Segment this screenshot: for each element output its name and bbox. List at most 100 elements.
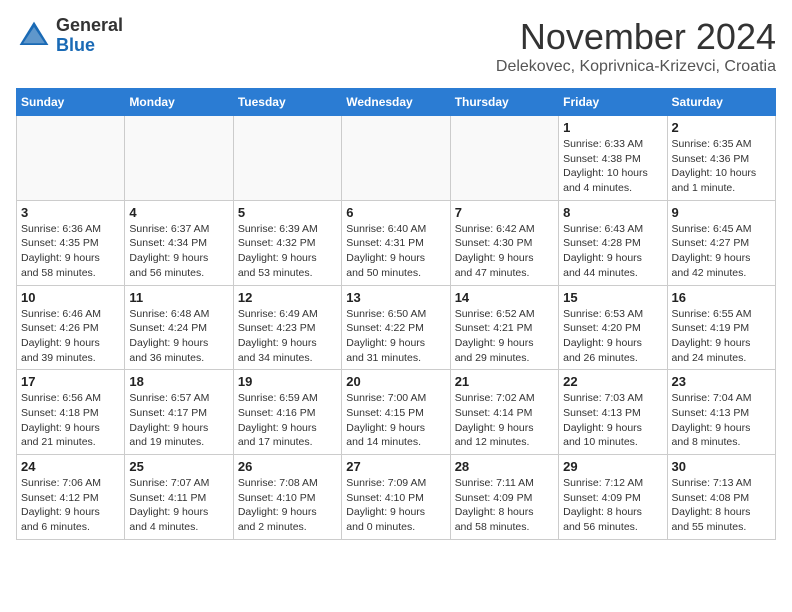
calendar-cell: 23 Sunrise: 7:04 AM Sunset: 4:13 PM Dayli…: [667, 370, 775, 455]
day-info: Sunrise: 6:42 AM Sunset: 4:30 PM Dayligh…: [455, 222, 554, 281]
calendar-cell: 30 Sunrise: 7:13 AM Sunset: 4:08 PM Dayli…: [667, 455, 775, 540]
calendar-cell: 17 Sunrise: 6:56 AM Sunset: 4:18 PM Dayli…: [17, 370, 125, 455]
day-info: Sunrise: 6:56 AM Sunset: 4:18 PM Dayligh…: [21, 391, 120, 450]
day-number: 28: [455, 459, 554, 474]
day-number: 17: [21, 374, 120, 389]
week-row-0: 1 Sunrise: 6:33 AM Sunset: 4:38 PM Daylig…: [17, 116, 776, 201]
week-row-4: 24Sunrise: 7:06 AM Sunset: 4:12 PM Dayli…: [17, 455, 776, 540]
weekday-header-saturday: Saturday: [667, 89, 775, 116]
calendar-cell: 9 Sunrise: 6:45 AM Sunset: 4:27 PM Daylig…: [667, 200, 775, 285]
calendar-table: SundayMondayTuesdayWednesdayThursdayFrid…: [16, 88, 776, 540]
header: General Blue November 2024 Delekovec, Ko…: [16, 16, 776, 76]
day-info: Sunrise: 6:59 AM Sunset: 4:16 PM Dayligh…: [238, 391, 337, 450]
calendar-cell: 13 Sunrise: 6:50 AM Sunset: 4:22 PM Dayli…: [342, 285, 450, 370]
day-info: Sunrise: 7:12 AM Sunset: 4:09 PM Dayligh…: [563, 476, 662, 535]
day-number: 21: [455, 374, 554, 389]
calendar-cell: 16 Sunrise: 6:55 AM Sunset: 4:19 PM Dayli…: [667, 285, 775, 370]
day-number: 25: [129, 459, 228, 474]
day-info: Sunrise: 7:03 AM Sunset: 4:13 PM Dayligh…: [563, 391, 662, 450]
month-title: November 2024: [496, 16, 776, 58]
weekday-header-monday: Monday: [125, 89, 233, 116]
day-number: 29: [563, 459, 662, 474]
day-number: 30: [672, 459, 771, 474]
day-info: Sunrise: 6:50 AM Sunset: 4:22 PM Dayligh…: [346, 307, 445, 366]
calendar-cell: 25Sunrise: 7:07 AM Sunset: 4:11 PM Dayli…: [125, 455, 233, 540]
day-info: Sunrise: 6:52 AM Sunset: 4:21 PM Dayligh…: [455, 307, 554, 366]
week-row-2: 10 Sunrise: 6:46 AM Sunset: 4:26 PM Dayli…: [17, 285, 776, 370]
logo: General Blue: [16, 16, 123, 56]
day-number: 4: [129, 205, 228, 220]
day-number: 16: [672, 290, 771, 305]
day-info: Sunrise: 6:37 AM Sunset: 4:34 PM Dayligh…: [129, 222, 228, 281]
day-info: Sunrise: 6:40 AM Sunset: 4:31 PM Dayligh…: [346, 222, 445, 281]
day-number: 22: [563, 374, 662, 389]
day-number: 3: [21, 205, 120, 220]
calendar-cell: 15 Sunrise: 6:53 AM Sunset: 4:20 PM Dayli…: [559, 285, 667, 370]
day-number: 1: [563, 120, 662, 135]
day-info: Sunrise: 6:39 AM Sunset: 4:32 PM Dayligh…: [238, 222, 337, 281]
day-number: 2: [672, 120, 771, 135]
day-info: Sunrise: 6:49 AM Sunset: 4:23 PM Dayligh…: [238, 307, 337, 366]
calendar-cell: 20 Sunrise: 7:00 AM Sunset: 4:15 PM Dayli…: [342, 370, 450, 455]
day-info: Sunrise: 6:55 AM Sunset: 4:19 PM Dayligh…: [672, 307, 771, 366]
day-number: 9: [672, 205, 771, 220]
calendar-cell: 3 Sunrise: 6:36 AM Sunset: 4:35 PM Daylig…: [17, 200, 125, 285]
day-number: 5: [238, 205, 337, 220]
title-section: November 2024 Delekovec, Koprivnica-Kriz…: [496, 16, 776, 76]
day-number: 24: [21, 459, 120, 474]
day-info: Sunrise: 6:48 AM Sunset: 4:24 PM Dayligh…: [129, 307, 228, 366]
day-number: 26: [238, 459, 337, 474]
day-info: Sunrise: 6:33 AM Sunset: 4:38 PM Dayligh…: [563, 137, 662, 196]
day-info: Sunrise: 7:09 AM Sunset: 4:10 PM Dayligh…: [346, 476, 445, 535]
day-info: Sunrise: 7:02 AM Sunset: 4:14 PM Dayligh…: [455, 391, 554, 450]
calendar-cell: [233, 116, 341, 201]
calendar-cell: 26 Sunrise: 7:08 AM Sunset: 4:10 PM Dayli…: [233, 455, 341, 540]
calendar-cell: [17, 116, 125, 201]
calendar-cell: 22 Sunrise: 7:03 AM Sunset: 4:13 PM Dayli…: [559, 370, 667, 455]
day-info: Sunrise: 7:04 AM Sunset: 4:13 PM Dayligh…: [672, 391, 771, 450]
day-number: 18: [129, 374, 228, 389]
day-info: Sunrise: 6:36 AM Sunset: 4:35 PM Dayligh…: [21, 222, 120, 281]
calendar-cell: 5 Sunrise: 6:39 AM Sunset: 4:32 PM Daylig…: [233, 200, 341, 285]
weekday-header-friday: Friday: [559, 89, 667, 116]
logo-blue-text: Blue: [56, 36, 123, 56]
day-info: Sunrise: 7:13 AM Sunset: 4:08 PM Dayligh…: [672, 476, 771, 535]
day-info: Sunrise: 6:53 AM Sunset: 4:20 PM Dayligh…: [563, 307, 662, 366]
week-row-3: 17 Sunrise: 6:56 AM Sunset: 4:18 PM Dayli…: [17, 370, 776, 455]
weekday-header-wednesday: Wednesday: [342, 89, 450, 116]
calendar-cell: 7 Sunrise: 6:42 AM Sunset: 4:30 PM Daylig…: [450, 200, 558, 285]
day-number: 14: [455, 290, 554, 305]
day-number: 15: [563, 290, 662, 305]
location-subtitle: Delekovec, Koprivnica-Krizevci, Croatia: [496, 58, 776, 76]
day-info: Sunrise: 6:57 AM Sunset: 4:17 PM Dayligh…: [129, 391, 228, 450]
day-info: Sunrise: 6:45 AM Sunset: 4:27 PM Dayligh…: [672, 222, 771, 281]
day-number: 10: [21, 290, 120, 305]
calendar-cell: 8Sunrise: 6:43 AM Sunset: 4:28 PM Daylig…: [559, 200, 667, 285]
day-number: 12: [238, 290, 337, 305]
calendar-cell: 24Sunrise: 7:06 AM Sunset: 4:12 PM Dayli…: [17, 455, 125, 540]
day-info: Sunrise: 6:46 AM Sunset: 4:26 PM Dayligh…: [21, 307, 120, 366]
calendar-cell: [342, 116, 450, 201]
calendar-cell: 1 Sunrise: 6:33 AM Sunset: 4:38 PM Daylig…: [559, 116, 667, 201]
day-number: 8: [563, 205, 662, 220]
calendar-cell: 11Sunrise: 6:48 AM Sunset: 4:24 PM Dayli…: [125, 285, 233, 370]
calendar-cell: 27Sunrise: 7:09 AM Sunset: 4:10 PM Dayli…: [342, 455, 450, 540]
day-number: 20: [346, 374, 445, 389]
day-info: Sunrise: 7:00 AM Sunset: 4:15 PM Dayligh…: [346, 391, 445, 450]
weekday-header-tuesday: Tuesday: [233, 89, 341, 116]
day-number: 13: [346, 290, 445, 305]
calendar-cell: 28 Sunrise: 7:11 AM Sunset: 4:09 PM Dayli…: [450, 455, 558, 540]
day-info: Sunrise: 7:08 AM Sunset: 4:10 PM Dayligh…: [238, 476, 337, 535]
day-number: 7: [455, 205, 554, 220]
calendar-cell: 2 Sunrise: 6:35 AM Sunset: 4:36 PM Daylig…: [667, 116, 775, 201]
logo-general-text: General: [56, 16, 123, 36]
calendar-cell: 12 Sunrise: 6:49 AM Sunset: 4:23 PM Dayli…: [233, 285, 341, 370]
day-info: Sunrise: 6:35 AM Sunset: 4:36 PM Dayligh…: [672, 137, 771, 196]
calendar-cell: 6Sunrise: 6:40 AM Sunset: 4:31 PM Daylig…: [342, 200, 450, 285]
day-info: Sunrise: 7:11 AM Sunset: 4:09 PM Dayligh…: [455, 476, 554, 535]
calendar-cell: 21 Sunrise: 7:02 AM Sunset: 4:14 PM Dayli…: [450, 370, 558, 455]
day-number: 23: [672, 374, 771, 389]
logo-text: General Blue: [56, 16, 123, 56]
logo-icon: [16, 18, 52, 54]
calendar-cell: 10 Sunrise: 6:46 AM Sunset: 4:26 PM Dayli…: [17, 285, 125, 370]
